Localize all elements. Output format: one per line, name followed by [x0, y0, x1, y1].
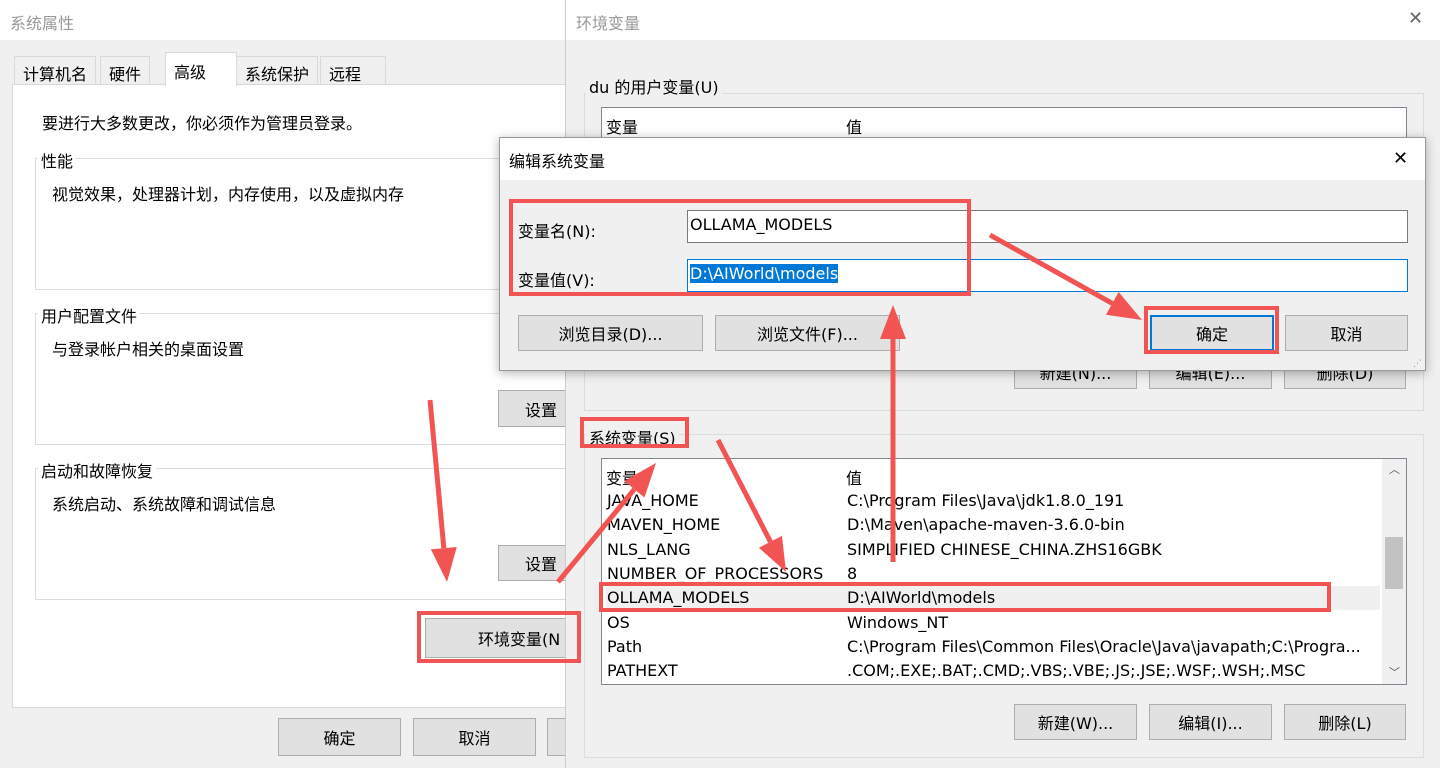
highlight-box-system-variables — [580, 417, 689, 448]
annotation-arrow — [988, 232, 1114, 306]
highlight-box-ollama-row — [599, 582, 1331, 612]
highlight-box-env-button — [417, 611, 581, 663]
annotation-overlay — [417, 199, 1331, 663]
annotation-arrowhead — [880, 305, 906, 339]
highlight-box-variable-fields — [509, 199, 971, 296]
annotation-arrow — [556, 487, 637, 584]
annotation-arrow — [715, 438, 773, 543]
highlight-box-ok-button — [1144, 306, 1279, 354]
annotation-arrowhead — [758, 535, 786, 572]
annotation-arrowhead — [1105, 292, 1142, 320]
annotation-arrow — [427, 399, 447, 549]
annotation-arrowhead — [430, 546, 457, 582]
